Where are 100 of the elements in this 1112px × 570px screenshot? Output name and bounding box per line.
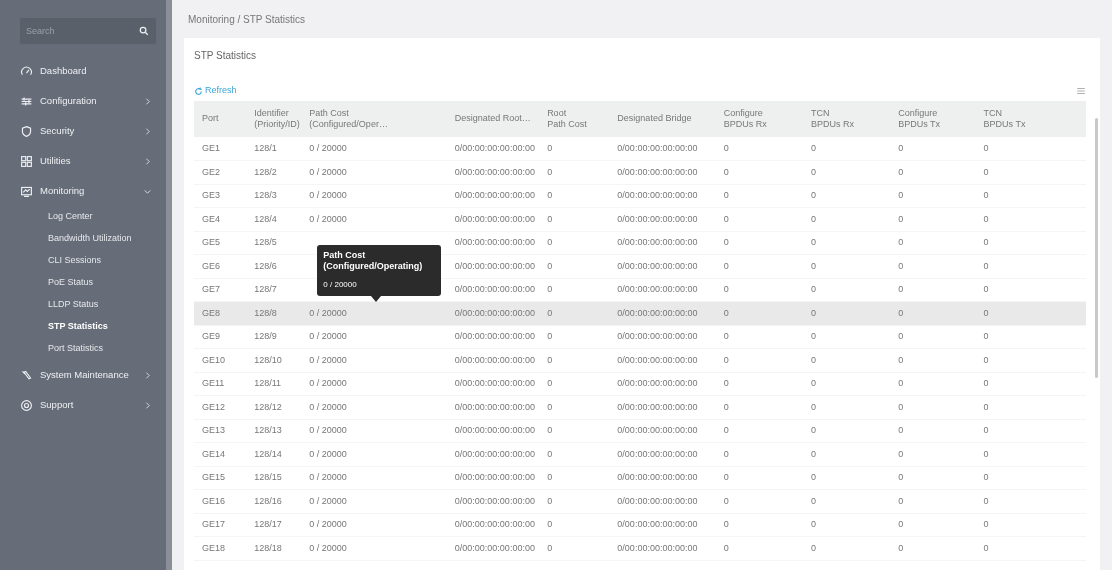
column-header[interactable]: TCN BPDUs Tx [975, 101, 1086, 137]
nav-item[interactable]: Support [8, 390, 158, 420]
table-cell: 0/00:00:00:00:00:00 [446, 348, 540, 372]
table-cell: 0 [890, 301, 976, 325]
table-cell: 0/00:00:00:00:00:00 [609, 325, 716, 349]
column-header[interactable]: Identifier (Priority/ID) [246, 101, 302, 137]
column-header[interactable]: Port [194, 101, 247, 137]
table-cell: 0 [803, 207, 891, 231]
table-cell: 0/00:00:00:00:00:00 [446, 160, 540, 184]
table-cell: GE14 [194, 442, 247, 466]
nav-item[interactable]: Utilities [8, 146, 158, 176]
table-cell: 0/00:00:00:00:00:00 [446, 278, 540, 302]
column-header[interactable]: Configure BPDUs Rx [715, 101, 803, 137]
table-cell: 0 [975, 231, 1086, 255]
table-cell: GE16 [194, 489, 247, 513]
table-cell: 128/9 [246, 325, 302, 349]
table-cell: 0 [975, 489, 1086, 513]
table-cell: 0 [803, 254, 891, 278]
nav-item[interactable]: Configuration [8, 86, 158, 116]
refresh-link[interactable]: Refresh [194, 84, 237, 98]
refresh-icon[interactable] [194, 86, 203, 96]
table-cell: GE11 [194, 372, 247, 396]
table-cell: 128/10 [246, 348, 302, 372]
table-cell: 0 [890, 207, 976, 231]
nav-subitem[interactable]: Log Center [8, 206, 158, 228]
table-cell: 0 [975, 513, 1086, 537]
table-cell: 0 [890, 278, 976, 302]
table-cell: 0 [975, 348, 1086, 372]
search-icon[interactable] [139, 26, 149, 36]
table-cell: 0/00:00:00:00:00:00 [609, 184, 716, 208]
grid-icon [20, 154, 33, 168]
table-cell: 0 / 20000 [301, 348, 447, 372]
table-cell: 0/00:00:00:00:00:00 [609, 348, 716, 372]
table-cell: GE13 [194, 419, 247, 443]
nav-subitem[interactable]: STP Statistics [8, 316, 158, 338]
table-cell: GE9 [194, 325, 247, 349]
nav-subitem[interactable]: CLI Sessions [8, 250, 158, 272]
table-cell: 0 [975, 207, 1086, 231]
table-cell: 128/2 [246, 160, 302, 184]
table-cell: 0 [539, 395, 610, 419]
table-cell: 0 [539, 442, 610, 466]
nav-subitem[interactable]: LLDP Status [8, 294, 158, 316]
tooltip: Path Cost (Configured/Operating) 0 / 20000 [317, 245, 442, 296]
table-cell: 0 [803, 278, 891, 302]
nav-item[interactable]: Dashboard [8, 56, 158, 86]
column-header[interactable]: Designated Root… [446, 101, 540, 137]
table-cell: 0 [803, 348, 891, 372]
table-cell: 128/11 [246, 372, 302, 396]
column-header[interactable]: TCN BPDUs Rx [803, 101, 891, 137]
table-cell: 128/1 [246, 137, 302, 161]
table-cell: 0 [890, 419, 976, 443]
nav-item[interactable]: Monitoring [8, 176, 158, 206]
table-cell: 0/00:00:00:00:00:00 [609, 137, 716, 161]
table-cell: 0 [539, 348, 610, 372]
scrollbar[interactable] [1095, 118, 1098, 378]
table-cell: 0 / 20000 [301, 325, 447, 349]
table-cell: 0 [890, 137, 976, 161]
column-header[interactable]: Designated Bridge [609, 101, 716, 137]
nav-subitem[interactable]: Port Statistics [8, 338, 158, 360]
table-cell: 0 [975, 160, 1086, 184]
table-cell: 0 [715, 160, 803, 184]
table-cell: 0/00:00:00:00:00:00 [609, 466, 716, 490]
table-cell: 0 [890, 513, 976, 537]
table-cell: 0 / 20000 [301, 160, 447, 184]
table-cell: 128/3 [246, 184, 302, 208]
table-cell: 0 [803, 536, 891, 560]
nav-item[interactable]: System Maintenance [8, 360, 158, 390]
column-menu-icon[interactable] [1076, 86, 1086, 96]
table-cell: 0 [890, 254, 976, 278]
table-cell: 128/15 [246, 466, 302, 490]
nav-item[interactable]: Security [8, 116, 158, 146]
table-cell: 0/00:00:00:00:00:00 [609, 278, 716, 302]
column-header[interactable]: Root Path Cost [539, 101, 610, 137]
nav-subitem[interactable]: PoE Status [8, 272, 158, 294]
table-cell: 0/00:00:00:00:00:00 [446, 231, 540, 255]
table-cell: 0 [539, 278, 610, 302]
table-cell: 0 [975, 325, 1086, 349]
table-cell: GE4 [194, 207, 247, 231]
table-cell: 0 [715, 207, 803, 231]
table-cell: 0 [803, 442, 891, 466]
table-cell: 0 [890, 160, 976, 184]
lifebuoy-icon [20, 398, 33, 412]
nav-subitem[interactable]: Bandwidth Utilization [8, 228, 158, 250]
table-cell: 0 / 20000 [301, 395, 447, 419]
table-cell: 0/00:00:00:00:00:00 [446, 137, 540, 161]
table-cell: 0/00:00:00:00:00:00 [446, 372, 540, 396]
table-cell: 0 [890, 348, 976, 372]
column-header[interactable]: Configure BPDUs Tx [890, 101, 976, 137]
table-cell: GE12 [194, 395, 247, 419]
table-cell: GE8 [194, 301, 247, 325]
table-cell: 0 [975, 466, 1086, 490]
table-cell: 0 [803, 325, 891, 349]
table-cell: 0/00:00:00:00:00:00 [609, 419, 716, 443]
table-cell: 0 [975, 442, 1086, 466]
table-cell: 0 [890, 489, 976, 513]
table-cell: 0 [890, 536, 976, 560]
table-cell: 0/00:00:00:00:00:00 [446, 536, 540, 560]
column-header[interactable]: Path Cost (Configured/Oper… [301, 101, 447, 137]
table-cell: GE17 [194, 513, 247, 537]
table-cell: 0/00:00:00:00:00:00 [446, 489, 540, 513]
